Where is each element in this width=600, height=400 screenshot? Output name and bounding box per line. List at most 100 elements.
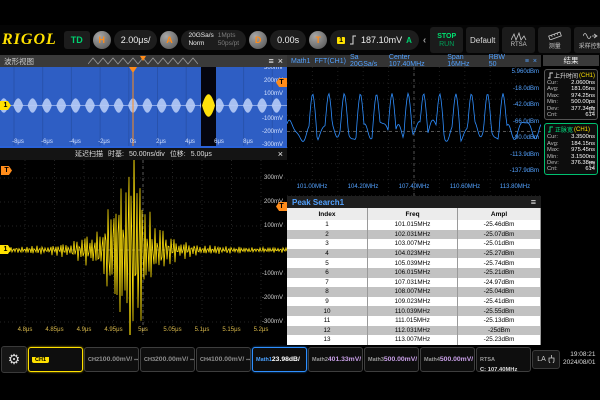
table-cell: 106.015MHz <box>368 268 458 278</box>
acq-mode: Norm <box>188 40 213 48</box>
db-axis-label: -66.0dBm <box>513 119 539 125</box>
ch2-box[interactable]: CH2100.00mV/ ⎓0.00V <box>84 347 139 372</box>
table-row[interactable]: 12112.031MHz-25dBm <box>287 326 541 336</box>
freq-axis-label: 104.20MHz <box>348 184 379 190</box>
table-cell: -25.21dBm <box>458 268 541 278</box>
table-row[interactable]: 6106.015MHz-25.21dBm <box>287 268 541 278</box>
acquire-pill[interactable]: 20GSa/sNorm 1Mpts50ps/pt <box>181 30 246 50</box>
fft-plot[interactable]: 5.960dBm-18.0dBm-42.0dBm-66.0dBm-90.0dBm… <box>287 67 541 196</box>
measure-button[interactable]: 测量 <box>538 27 571 53</box>
stop-run-button[interactable]: STOP RUN <box>430 27 463 53</box>
ch3-box[interactable]: CH3200.00mV/ ⎓ Ω-65.51mV <box>140 347 195 372</box>
delete-icon[interactable] <box>589 100 595 118</box>
math4-box[interactable]: Math4500.00mV/CH1+CH1 <box>420 347 475 372</box>
table-cell: 111.015MHz <box>368 316 458 326</box>
menu-icon[interactable]: ≡ <box>531 198 536 207</box>
waveform-view-title: 波形视图 <box>4 56 34 67</box>
delay-knob[interactable]: D <box>249 31 267 49</box>
close-icon[interactable]: × <box>278 150 283 159</box>
column-header: Index <box>287 208 368 220</box>
table-row[interactable]: 13113.007MHz-25.23dBm <box>287 335 541 345</box>
table-row[interactable]: 2102.031MHz-25.07dBm <box>287 230 541 240</box>
table-cell: 3 <box>287 239 368 249</box>
gear-icon: ⚙ <box>8 351 21 368</box>
collapse-left-icon[interactable]: ‹ <box>422 35 427 46</box>
table-cell: 2 <box>287 230 368 240</box>
delete-icon[interactable] <box>589 155 595 173</box>
v-axis-label: -200mV <box>262 295 283 301</box>
top-toolbar: RIGOL TD H 2.00μs/ A 20GSa/sNorm 1Mpts50… <box>0 25 600 55</box>
settings-button[interactable]: ⚙ <box>1 346 27 373</box>
acquire-button[interactable]: 采样控制 <box>574 27 600 53</box>
la-indicator[interactable]: LA <box>532 350 560 369</box>
bottom-channel-bar: ⚙ CH1100.00mV/ ⎓ Ω0.00VCH2100.00mV/ ⎓0.0… <box>0 345 600 373</box>
t-axis-label: 4.8μs <box>18 327 33 333</box>
table-cell: 10 <box>287 306 368 316</box>
table-row[interactable]: 9109.023MHz-25.41dBm <box>287 297 541 307</box>
freq-axis-label: 113.80MHz <box>500 184 530 190</box>
db-axis-label: -137.9dBm <box>510 168 539 174</box>
horizontal-knob[interactable]: H <box>93 31 111 49</box>
scale-value: 23.98dB/ <box>272 356 300 363</box>
close-icon[interactable]: × <box>278 57 283 66</box>
close-icon[interactable]: × <box>533 57 537 66</box>
table-row[interactable]: 11111.015MHz-25.13dBm <box>287 316 541 326</box>
v-axis-label: 300mV <box>264 67 283 71</box>
table-row[interactable]: 3103.007MHz-25.01dBm <box>287 239 541 249</box>
trigger-mode-badge[interactable]: TD <box>64 31 90 49</box>
results-sidebar: 结果 上升时间(CH1)Cur:2.0600nsAvg:181.05nsMax:… <box>543 55 599 345</box>
math3-box[interactable]: Math3500.00mV/CH1+CH1 <box>364 347 419 372</box>
trigger-knob[interactable]: T <box>309 31 327 49</box>
table-row[interactable]: 4104.023MHz-25.27dBm <box>287 249 541 259</box>
t-axis-label: -6μs <box>41 139 53 145</box>
menu-icon[interactable]: ≡ <box>525 57 529 66</box>
delayed-sweep-plot[interactable]: 300mV200mV100mV-100mV-200mV-300mV 4.8μs4… <box>0 160 287 335</box>
zoom-timebase-value: 50.00ns/div <box>129 151 165 158</box>
freq-axis-label: 107.40MHz <box>399 184 430 190</box>
t-axis-label: 8μs <box>243 139 253 145</box>
ch1-box[interactable]: CH1100.00mV/ ⎓ Ω0.00V <box>28 347 83 372</box>
acquire-knob[interactable]: A <box>160 31 178 49</box>
table-cell: 1 <box>287 220 368 230</box>
fft-span: Span 16MHz <box>447 54 484 68</box>
measurement-block[interactable]: 正脉宽(CH1)Cur:3.3500nsAvg:184.15nsMax:975.… <box>544 123 598 174</box>
table-cell: 12 <box>287 326 368 336</box>
table-row[interactable]: 10110.039MHz-25.55dBm <box>287 306 541 316</box>
column-header: Freq <box>368 208 458 220</box>
rtsa-status-box[interactable]: RTSA C: 107.40MHz S: 29.9MHz <box>476 347 531 372</box>
time-value: 19:08:21 <box>570 351 595 359</box>
channel-tab: CH3 <box>144 357 155 363</box>
table-row[interactable]: 1101.015MHz-25.46dBm <box>287 220 541 230</box>
trigger-pill[interactable]: 1 187.10mV A <box>330 30 419 50</box>
scale-value: 100.00mV/ ⎓ <box>99 356 138 363</box>
v-axis-label: -100mV <box>262 271 283 277</box>
waveform-arrow-icon <box>583 31 599 40</box>
measurement-block[interactable]: 上升时间(CH1)Cur:2.0600nsAvg:181.05nsMax:974… <box>544 69 598 120</box>
table-row[interactable]: 5105.039MHz-25.74dBm <box>287 258 541 268</box>
table-cell: 113.007MHz <box>368 335 458 345</box>
table-cell: -25dBm <box>458 326 541 336</box>
delay-pill[interactable]: 0.00s <box>270 30 306 50</box>
rtsa-button[interactable]: RTSA <box>502 27 535 53</box>
table-cell: 105.039MHz <box>368 258 458 268</box>
db-axis-label: 5.960dBm <box>512 69 539 75</box>
menu-icon[interactable]: ≡ <box>268 57 273 66</box>
default-button[interactable]: Default <box>466 27 499 53</box>
clock: 19:08:21 2024/08/01 <box>563 351 596 367</box>
delayed-sweep-panel: 延迟扫描 时基: 50.00ns/div 位移: 5.00μs × 300mV2… <box>0 146 287 347</box>
channel-tab: Math2 <box>312 357 328 363</box>
table-cell: 9 <box>287 297 368 307</box>
trigger-level-value: 187.10mV <box>361 35 402 45</box>
table-row[interactable]: 8108.007MHz-25.04dBm <box>287 287 541 297</box>
rtsa-center: C: 107.40MHz <box>480 366 527 372</box>
waveform-view-plot[interactable]: 300mV200mV100mV-100mV-200mV-300mV -8μs-6… <box>0 67 287 146</box>
timebase-pill[interactable]: 2.00μs/ <box>114 30 158 50</box>
spectrum-trace <box>287 67 541 196</box>
table-cell: -25.01dBm <box>458 239 541 249</box>
ch4-box[interactable]: CH4100.00mV/ ⎓0.00V <box>196 347 251 372</box>
t-axis-label: 5.05μs <box>163 327 181 333</box>
math2-box[interactable]: Math2401.33mV/CH1+CH1 <box>308 347 363 372</box>
math1-box[interactable]: Math123.98dB/FFT(CH1) <box>252 347 307 372</box>
table-row[interactable]: 7107.031MHz-24.97dBm <box>287 278 541 288</box>
t-axis-label: 4.85μs <box>45 327 63 333</box>
